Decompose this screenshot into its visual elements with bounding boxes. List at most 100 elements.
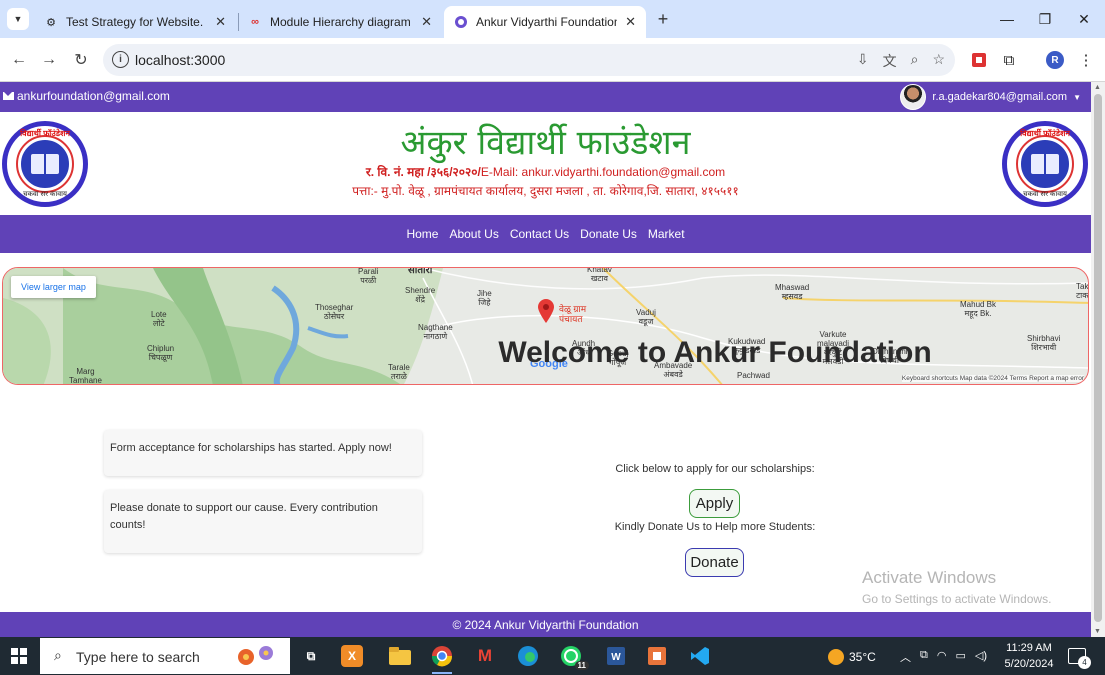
nav-market[interactable]: Market xyxy=(648,227,685,241)
site-top-bar: ankurfoundation@gmail.com r.a.gadekar804… xyxy=(0,82,1091,112)
scroll-down-icon[interactable]: ▼ xyxy=(1094,628,1101,635)
search-highlight-icon xyxy=(238,646,273,665)
edge-icon[interactable] xyxy=(514,642,542,670)
map-place: Vaduj वडूज xyxy=(636,308,656,326)
zoom-icon[interactable]: ⌕ xyxy=(911,51,919,71)
user-avatar xyxy=(900,84,927,110)
search-placeholder: Type here to search xyxy=(76,649,200,665)
whatsapp-icon[interactable]: 11 xyxy=(557,642,589,670)
scrollbar-thumb[interactable] xyxy=(1094,94,1102,622)
registration-number: र. वि. नं. महा /३५६/२०२०/ xyxy=(365,165,481,179)
tab-ankur-foundation[interactable]: Ankur Vidyarthi Foundation ✕ xyxy=(444,6,646,38)
contact-email[interactable]: ankurfoundation@gmail.com xyxy=(3,89,170,103)
tab-test-strategy[interactable]: ⚙ Test Strategy for Website. ✕ xyxy=(34,6,236,38)
map-place: Pachwad xyxy=(737,371,770,380)
tray-app-icon[interactable]: ⧉ xyxy=(920,649,928,665)
user-email: r.a.gadekar804@gmail.com xyxy=(932,91,1068,103)
whatsapp-badge: 11 xyxy=(574,661,589,670)
page-scrollbar[interactable]: ▲ ▼ xyxy=(1091,82,1105,637)
clock-date: 5/20/2024 xyxy=(1004,658,1054,670)
search-icon: ⌕ xyxy=(54,647,62,663)
tab-title: Test Strategy for Website. xyxy=(66,15,204,29)
tab-search-button[interactable]: ▼ xyxy=(7,8,29,30)
donate-prompt: Kindly Donate Us to Help more Students: xyxy=(614,521,816,533)
info-icon[interactable]: i xyxy=(112,51,129,68)
registration-email: E-Mail: ankur.vidyarthi.foundation@gmail… xyxy=(480,165,726,179)
map-place: Mahud Bk महूद Bk. xyxy=(960,300,997,318)
map-place: Parali परळी xyxy=(358,267,379,285)
window-close-icon[interactable]: ✕ xyxy=(1070,8,1098,30)
site-footer: © 2024 Ankur Vidyarthi Foundation xyxy=(0,612,1091,637)
donate-button[interactable]: Donate xyxy=(685,548,744,577)
browser-toolbar: ← → ↻ i localhost:3000 ⇩ 文 ⌕ ☆ ⧉ R ⋮ xyxy=(0,38,1105,82)
activate-windows-title: Activate Windows xyxy=(862,568,997,587)
scroll-up-icon[interactable]: ▲ xyxy=(1094,84,1101,91)
file-explorer-icon[interactable] xyxy=(386,642,414,670)
map-place: Jihe जिहे xyxy=(477,289,492,307)
battery-icon[interactable]: ▭ xyxy=(955,649,965,665)
map-place: Khatav खटाव xyxy=(587,267,612,283)
tab-title: Module Hierarchy diagram [cla xyxy=(270,15,413,29)
nav-about-us[interactable]: About Us xyxy=(449,227,498,241)
profile-initial: R xyxy=(1046,51,1064,69)
envelope-icon xyxy=(3,92,14,100)
openai-icon: ⚙ xyxy=(46,16,56,29)
address-bar[interactable]: i localhost:3000 ⇩ 文 ⌕ ☆ xyxy=(103,44,955,76)
view-larger-map-link[interactable]: View larger map xyxy=(11,276,96,298)
map-place: Thoseghar ठोसेघर xyxy=(315,303,354,321)
map-place: Shirbhavi शिरभावी xyxy=(1027,334,1061,352)
contact-email-text: ankurfoundation@gmail.com xyxy=(17,89,170,103)
restore-icon[interactable]: ❐ xyxy=(1031,8,1059,30)
app-orange-icon[interactable] xyxy=(643,642,671,670)
foundation-logo-right: विद्यार्थी फॉउंडेशन चकवा सर कावाय xyxy=(1001,115,1089,212)
user-menu[interactable]: r.a.gadekar804@gmail.com ▼ xyxy=(900,84,1081,110)
map-footer-links[interactable]: Keyboard shortcuts Map data ©2024 Terms … xyxy=(901,375,1084,382)
minimize-icon[interactable]: — xyxy=(993,8,1021,30)
task-view-icon[interactable]: ⧉ xyxy=(297,642,325,670)
tray-chevron-icon[interactable]: ︿ xyxy=(900,649,911,665)
gmail-icon[interactable]: M xyxy=(471,642,499,670)
wifi-icon[interactable]: ◠ xyxy=(937,649,947,665)
close-icon[interactable]: ✕ xyxy=(215,14,226,30)
map-pin-label: वेळू ग्राम पंचायत xyxy=(559,304,587,324)
nav-home[interactable]: Home xyxy=(406,227,438,241)
windows-taskbar: ⌕ Type here to search ⧉ X M 11 W 35°C ︿ … xyxy=(0,637,1105,675)
extensions-puzzle-icon[interactable]: ⧉ xyxy=(998,49,1020,71)
chrome-icon[interactable] xyxy=(428,642,456,674)
back-arrow-icon[interactable]: ← xyxy=(8,49,30,71)
apply-button[interactable]: Apply xyxy=(689,489,740,518)
map-place: सातारा xyxy=(408,267,433,276)
system-tray: ︿ ⧉ ◠ ▭ ◁) xyxy=(900,649,987,665)
reload-icon[interactable]: ↻ xyxy=(70,49,92,71)
more-menu-icon[interactable]: ⋮ xyxy=(1075,49,1097,71)
url-text[interactable]: localhost:3000 xyxy=(135,52,225,68)
install-app-icon[interactable]: ⇩ xyxy=(857,51,869,71)
windows-start-icon[interactable] xyxy=(11,648,27,664)
nav-contact-us[interactable]: Contact Us xyxy=(510,227,569,241)
close-icon[interactable]: ✕ xyxy=(421,14,432,30)
word-icon[interactable]: W xyxy=(602,642,630,670)
map-place: Lote लोटे xyxy=(151,310,167,328)
weather-temp: 35°C xyxy=(849,650,876,664)
link-icon: ∞ xyxy=(251,16,259,28)
extension-red-icon[interactable] xyxy=(968,49,990,71)
map-place: Shendre शेंद्रे xyxy=(405,286,436,304)
translate-icon[interactable]: 文 xyxy=(883,51,897,71)
profile-avatar[interactable]: R xyxy=(1044,49,1066,71)
caret-down-icon: ▼ xyxy=(1073,92,1081,102)
nav-donate-us[interactable]: Donate Us xyxy=(580,227,637,241)
weather-widget[interactable]: 35°C xyxy=(828,649,876,665)
clock-time: 11:29 AM xyxy=(1006,642,1052,654)
map-pin-icon xyxy=(538,299,554,323)
volume-icon[interactable]: ◁) xyxy=(975,649,987,665)
close-icon[interactable]: ✕ xyxy=(625,14,636,30)
taskbar-clock[interactable]: 11:29 AM 5/20/2024 xyxy=(1004,640,1054,672)
bookmark-star-icon[interactable]: ☆ xyxy=(932,51,945,71)
taskbar-search[interactable]: ⌕ Type here to search xyxy=(40,638,290,674)
forward-arrow-icon[interactable]: → xyxy=(38,49,60,71)
vscode-icon[interactable] xyxy=(686,642,714,670)
new-tab-button[interactable]: + xyxy=(653,8,673,30)
notification-icon[interactable]: 4 xyxy=(1068,648,1091,669)
tab-module-hierarchy[interactable]: ∞ Module Hierarchy diagram [cla ✕ xyxy=(238,6,442,38)
xampp-icon[interactable]: X xyxy=(341,645,363,667)
